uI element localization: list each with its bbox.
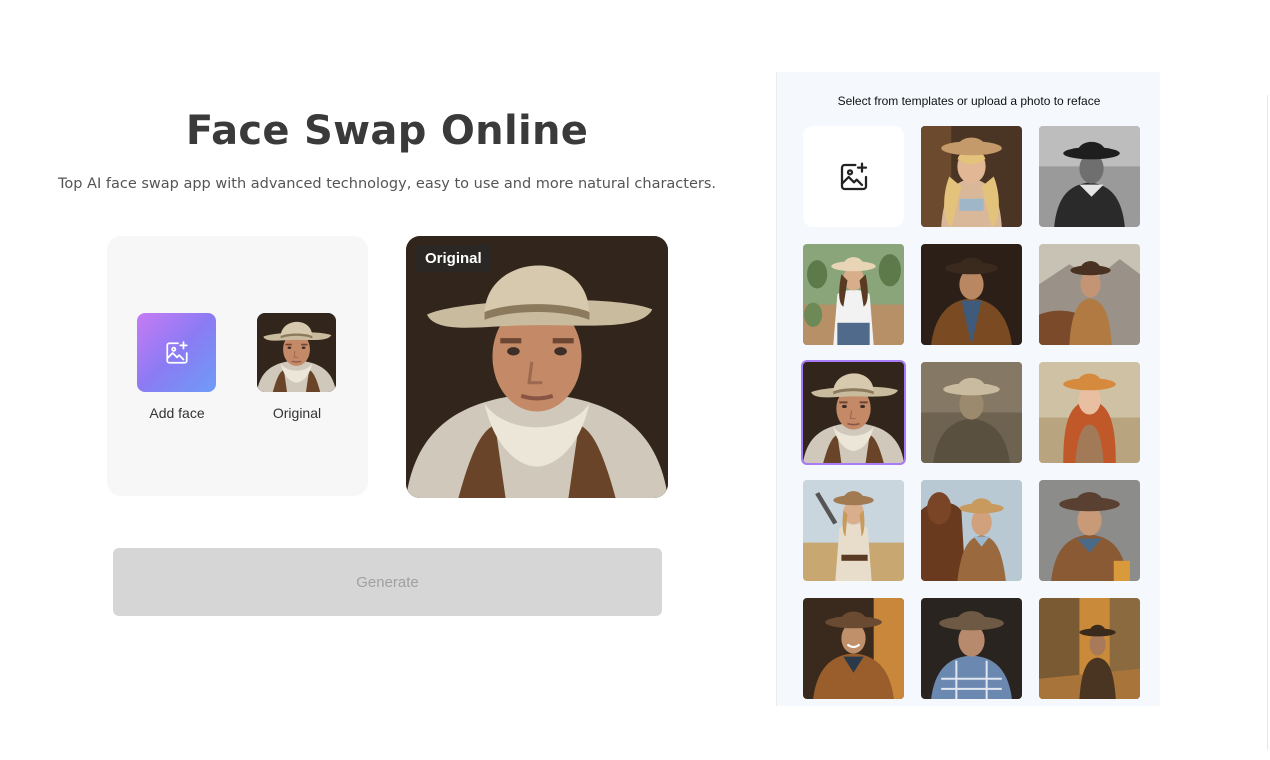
add-face-label: Add face	[149, 405, 205, 421]
template-heading: Select from templates or upload a photo …	[837, 94, 1101, 108]
template-cowgirl-cactus[interactable]	[803, 244, 904, 345]
template-panel: Select from templates or upload a photo …	[776, 72, 1160, 706]
add-face-slot: Add face	[137, 313, 217, 421]
add-image-icon	[165, 340, 188, 364]
cowboy-preview-photo	[406, 236, 668, 498]
template-smiling-cowboy[interactable]	[803, 598, 904, 699]
original-label: Original	[272, 405, 322, 421]
template-cowgirl-redhead[interactable]	[1039, 362, 1140, 463]
right-edge-divider	[1267, 95, 1268, 750]
template-young-cowboy[interactable]	[1039, 480, 1140, 581]
template-grid	[803, 126, 1141, 706]
original-thumbnail[interactable]	[257, 313, 336, 392]
template-cowgirl-pistol[interactable]	[803, 480, 904, 581]
original-face-slot: Original	[257, 313, 337, 421]
template-elderly-cowboy[interactable]	[921, 598, 1022, 699]
generate-button[interactable]: Generate	[113, 548, 662, 616]
template-cowboy-original[interactable]	[803, 362, 904, 463]
page-title: Face Swap Online	[185, 108, 589, 154]
template-cowboy-sepia[interactable]	[921, 362, 1022, 463]
template-cowgirl-blonde[interactable]	[921, 126, 1022, 227]
template-cowboy-with-horse[interactable]	[921, 480, 1022, 581]
page-subtitle: Top AI face swap app with advanced techn…	[57, 176, 717, 192]
upload-photo-button[interactable]	[803, 126, 904, 227]
template-cowboy-horse[interactable]	[1039, 244, 1140, 345]
preview-image: Original	[406, 236, 668, 498]
template-cowboy-bw[interactable]	[1039, 126, 1140, 227]
add-face-button[interactable]	[137, 313, 216, 392]
face-selection-panel: Add face Original	[107, 236, 368, 496]
upload-image-icon	[840, 162, 867, 190]
template-cowboy-jacket[interactable]	[921, 244, 1022, 345]
preview-badge: Original	[415, 245, 492, 272]
template-cowboy-town[interactable]	[1039, 598, 1140, 699]
